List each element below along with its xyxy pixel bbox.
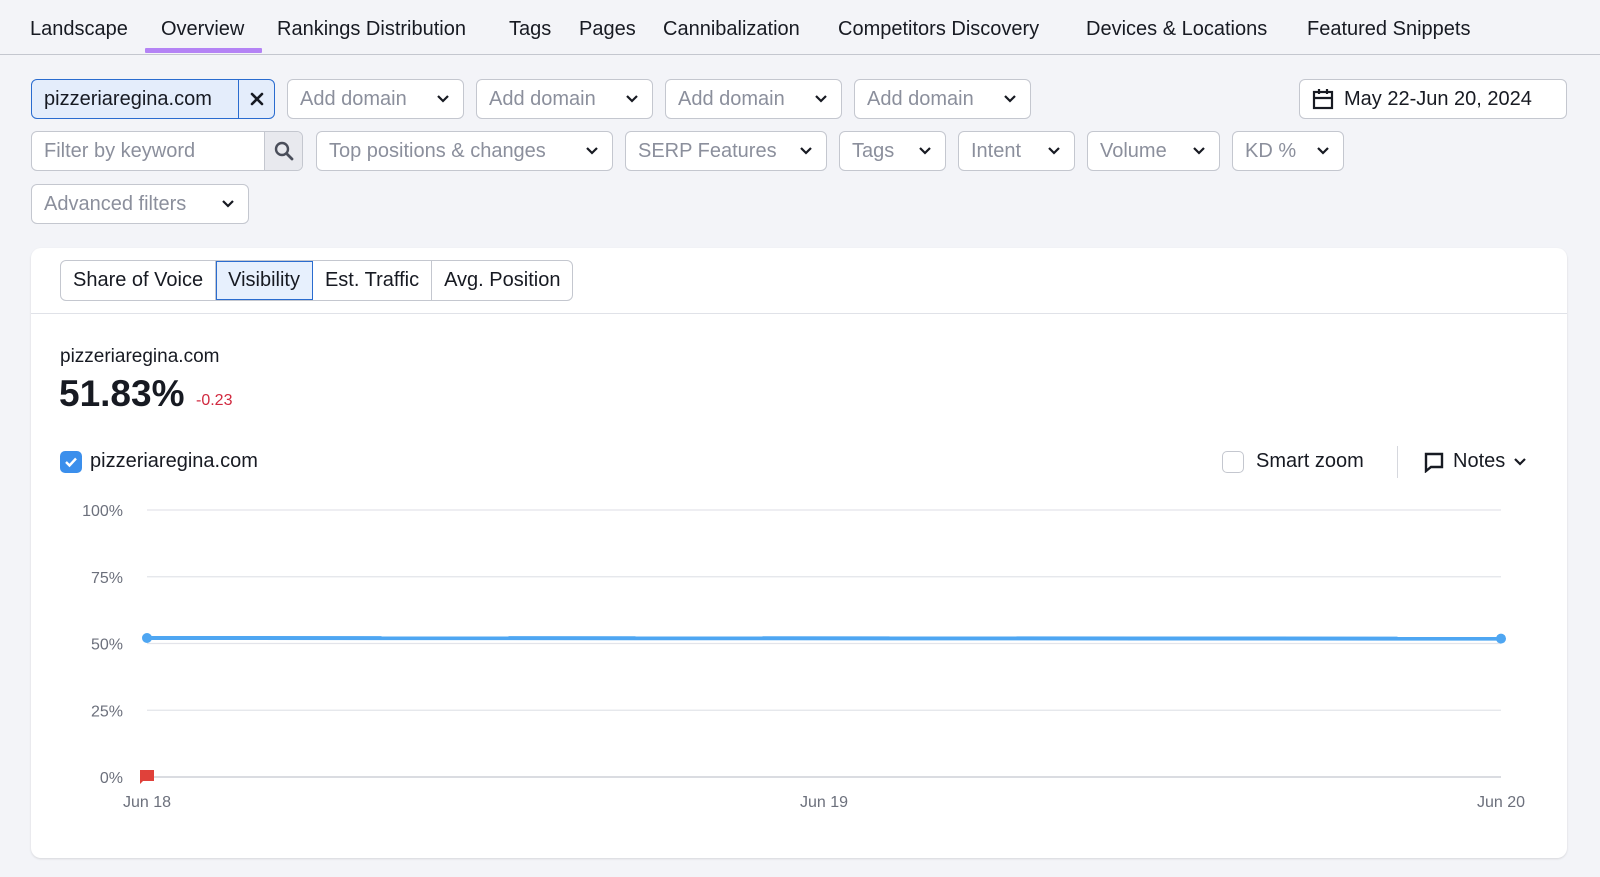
top-positions-label: Top positions & changes <box>329 139 546 162</box>
add-domain-dropdown-1[interactable]: Add domain <box>287 79 464 119</box>
x-tick-label: Jun 20 <box>1477 794 1525 811</box>
notes-label: Notes <box>1453 450 1506 472</box>
y-tick-label: 50% <box>91 637 123 654</box>
chevron-down-icon <box>798 143 814 159</box>
tab-cannibalization[interactable]: Cannibalization <box>663 18 800 41</box>
add-domain-dropdown-3[interactable]: Add domain <box>665 79 842 119</box>
tab-competitors-discovery[interactable]: Competitors Discovery <box>838 18 1039 41</box>
y-tick-label: 75% <box>91 570 123 587</box>
close-icon <box>250 92 263 106</box>
metric-tabs: Share of Voice Visibility Est. Traffic A… <box>60 260 574 301</box>
smart-zoom-toggle[interactable]: Smart zoom <box>1222 450 1364 473</box>
tab-pages[interactable]: Pages <box>579 18 636 41</box>
summary-domain: pizzeriaregina.com <box>60 346 220 367</box>
x-tick-label: Jun 19 <box>800 794 848 811</box>
chevron-down-icon <box>1514 457 1527 466</box>
keyword-filter <box>31 131 303 171</box>
tab-devices-locations[interactable]: Devices & Locations <box>1086 18 1267 41</box>
smart-zoom-checkbox[interactable] <box>1222 450 1244 473</box>
date-range-label: May 22-Jun 20, 2024 <box>1344 87 1532 110</box>
visibility-card: Share of Voice Visibility Est. Traffic A… <box>31 248 1567 858</box>
divider <box>31 313 1567 314</box>
note-flag-icon <box>140 770 154 784</box>
tags-dropdown[interactable]: Tags <box>839 131 946 171</box>
smart-zoom-label: Smart zoom <box>1256 450 1364 472</box>
y-tick-label: 25% <box>91 703 123 720</box>
top-positions-dropdown[interactable]: Top positions & changes <box>316 131 613 171</box>
legend-item[interactable]: pizzeriaregina.com <box>60 450 258 473</box>
metric-tab-avg-position[interactable]: Avg. Position <box>432 261 572 300</box>
tab-tags[interactable]: Tags <box>509 18 551 41</box>
chevron-down-icon <box>220 196 236 212</box>
chevron-down-icon <box>917 143 933 159</box>
intent-dropdown[interactable]: Intent <box>958 131 1075 171</box>
metric-tab-visibility[interactable]: Visibility <box>216 261 313 300</box>
chevron-down-icon <box>1002 91 1018 107</box>
metric-tab-est-traffic[interactable]: Est. Traffic <box>313 261 433 300</box>
tab-featured-snippets[interactable]: Featured Snippets <box>1307 18 1470 41</box>
chevron-down-icon <box>1315 143 1331 159</box>
x-tick-label: Jun 18 <box>123 794 171 811</box>
tags-label: Tags <box>852 139 895 162</box>
search-button[interactable] <box>264 132 302 170</box>
chevron-down-icon <box>1191 143 1207 159</box>
add-domain-dropdown-2[interactable]: Add domain <box>476 79 653 119</box>
add-domain-label: Add domain <box>867 87 974 110</box>
metric-tab-share-of-voice[interactable]: Share of Voice <box>61 261 217 300</box>
search-icon <box>274 141 293 161</box>
intent-label: Intent <box>971 139 1022 162</box>
tab-overview[interactable]: Overview <box>144 18 263 53</box>
add-domain-label: Add domain <box>678 87 785 110</box>
chevron-down-icon <box>435 91 451 107</box>
date-range-picker[interactable]: May 22-Jun 20, 2024 <box>1299 79 1567 119</box>
visibility-chart: 0% 25% 50% 75% 100% Jun 18 Jun 19 Jun 20 <box>82 503 1525 811</box>
tab-landscape[interactable]: Landscape <box>30 18 128 41</box>
series-line <box>146 635 1502 641</box>
data-point <box>1496 633 1506 644</box>
comment-icon <box>1424 452 1444 473</box>
keyword-filter-input[interactable] <box>32 132 264 170</box>
add-domain-dropdown-4[interactable]: Add domain <box>854 79 1031 119</box>
domain-chip[interactable]: pizzeriaregina.com <box>31 79 275 119</box>
chevron-down-icon <box>1046 143 1062 159</box>
kd-dropdown[interactable]: KD % <box>1232 131 1344 171</box>
add-domain-label: Add domain <box>489 87 596 110</box>
serp-features-dropdown[interactable]: SERP Features <box>625 131 827 171</box>
data-point <box>142 632 152 643</box>
add-domain-label: Add domain <box>300 87 407 110</box>
serp-features-label: SERP Features <box>638 139 777 162</box>
volume-dropdown[interactable]: Volume <box>1087 131 1220 171</box>
chevron-down-icon <box>813 91 829 107</box>
y-tick-label: 100% <box>82 503 123 520</box>
report-tabs: Landscape Overview Rankings Distribution… <box>0 0 1600 55</box>
advanced-filters-dropdown[interactable]: Advanced filters <box>31 184 249 224</box>
summary-delta: -0.23 <box>196 392 233 409</box>
calendar-icon <box>1312 89 1334 110</box>
checkmark-icon <box>65 457 77 467</box>
notes-dropdown[interactable]: Notes <box>1423 450 1527 473</box>
advanced-filters-label: Advanced filters <box>44 192 187 215</box>
domain-chip-label: pizzeriaregina.com <box>44 87 212 110</box>
separator <box>1397 446 1398 478</box>
summary-value: 51.83% <box>59 373 185 414</box>
chevron-down-icon <box>624 91 640 107</box>
chevron-down-icon <box>584 143 600 159</box>
legend-checkbox[interactable] <box>60 450 82 473</box>
remove-domain-button[interactable] <box>238 80 274 118</box>
tab-rankings-distribution[interactable]: Rankings Distribution <box>277 18 466 41</box>
volume-label: Volume <box>1100 139 1167 162</box>
y-tick-label: 0% <box>100 770 123 787</box>
kd-label: KD % <box>1245 139 1297 162</box>
legend-label: pizzeriaregina.com <box>90 450 258 472</box>
